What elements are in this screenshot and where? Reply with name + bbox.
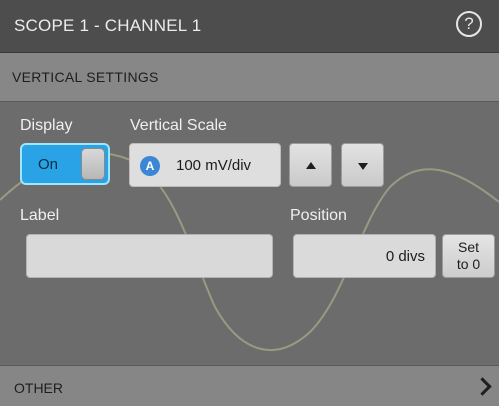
toggle-knob: [81, 148, 105, 180]
arrow-down-icon: [358, 163, 368, 170]
section-title: VERTICAL SETTINGS: [12, 69, 159, 85]
set-button-line-1: Set: [457, 239, 479, 255]
panel-header: SCOPE 1 - CHANNEL 1 ?: [0, 0, 499, 53]
label-field-label: Label: [20, 207, 60, 224]
channel-settings-panel: SCOPE 1 - CHANNEL 1 ? VERTICAL SETTINGS …: [0, 0, 499, 406]
settings-content: Display Vertical Scale On A 100 mV/div L…: [0, 102, 499, 364]
arrow-up-icon: [306, 162, 316, 169]
display-label: Display: [20, 117, 73, 134]
vertical-scale-value: 100 mV/div: [176, 157, 252, 174]
waveform-background: [0, 152, 499, 351]
position-input[interactable]: 0 divs: [293, 234, 436, 278]
help-icon[interactable]: ?: [456, 11, 482, 37]
knob-a-icon: A: [140, 156, 160, 176]
display-toggle-state: On: [38, 156, 59, 173]
label-input[interactable]: [26, 234, 273, 278]
position-value: 0 divs: [385, 248, 425, 265]
vertical-scale-label: Vertical Scale: [130, 117, 227, 134]
position-field-label: Position: [290, 207, 347, 224]
display-toggle[interactable]: On: [20, 143, 110, 185]
other-section-header[interactable]: OTHER: [0, 365, 499, 406]
vertical-scale-field[interactable]: A 100 mV/div: [129, 143, 281, 187]
scale-decrease-button[interactable]: [341, 143, 384, 187]
vertical-settings-section-header[interactable]: VERTICAL SETTINGS: [0, 53, 499, 102]
chevron-right-icon: [473, 377, 492, 396]
panel-title: SCOPE 1 - CHANNEL 1: [14, 16, 202, 35]
scale-increase-button[interactable]: [289, 143, 332, 187]
set-to-zero-button[interactable]: Set to 0: [442, 234, 495, 278]
other-section-title: OTHER: [14, 380, 63, 396]
set-button-line-2: to 0: [456, 256, 481, 272]
